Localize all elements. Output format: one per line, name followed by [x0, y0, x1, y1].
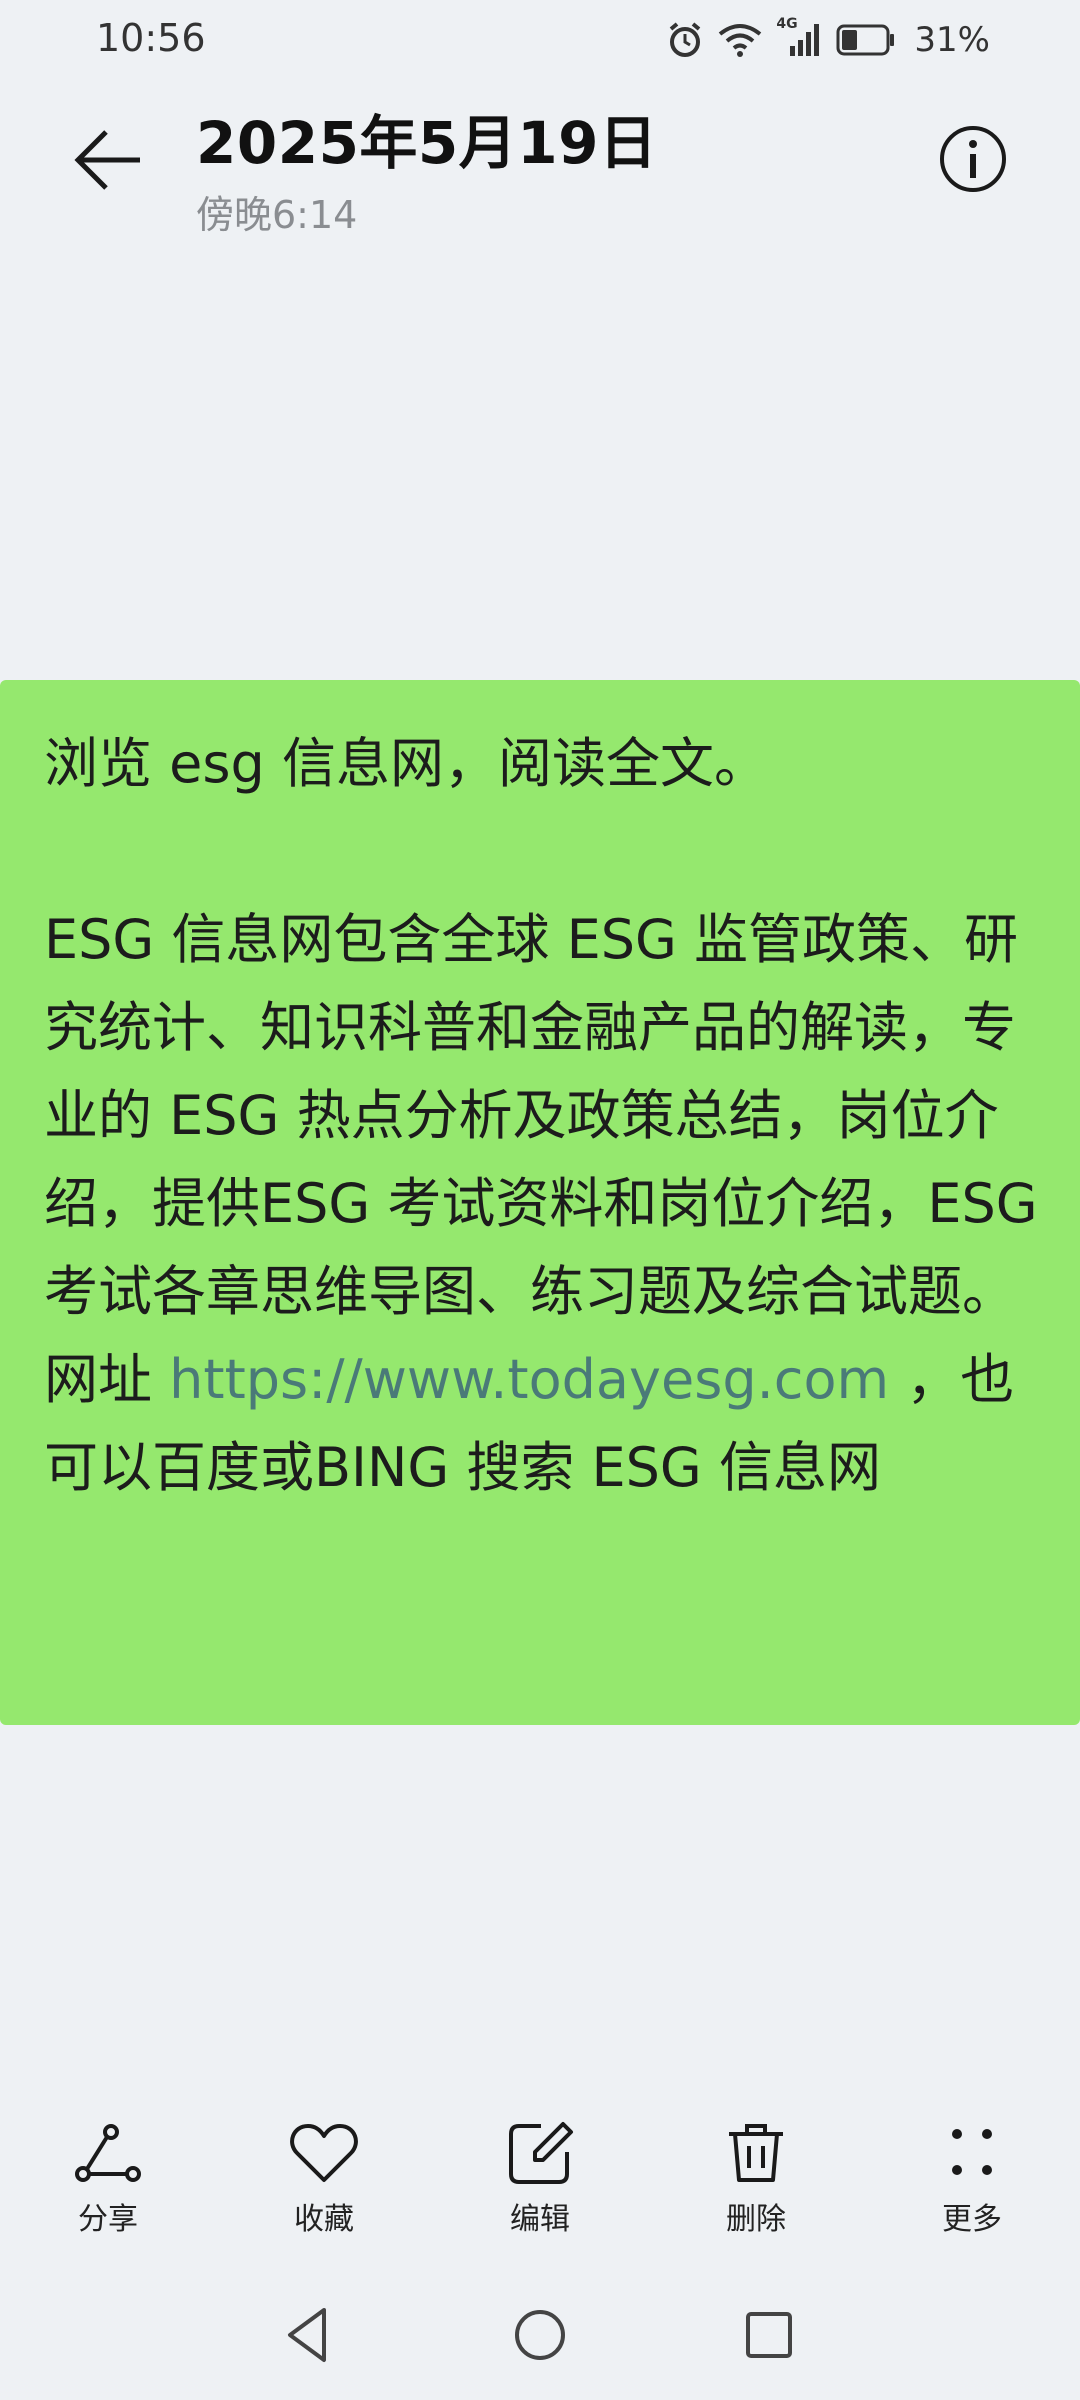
message-bubble[interactable]: 浏览 esg 信息网，阅读全文。 ESG 信息网包含全球 ESG 监管政策、研究…	[0, 680, 1080, 1725]
edit-label: 编辑	[510, 2202, 570, 2237]
battery-icon	[836, 24, 895, 56]
nav-back-button[interactable]	[274, 2300, 344, 2370]
delete-label: 删除	[726, 2202, 786, 2237]
square-recents-icon	[746, 2312, 792, 2358]
arrow-left-icon	[74, 130, 140, 190]
more-label: 更多	[942, 2202, 1002, 2237]
battery-percent: 31%	[914, 20, 990, 60]
message-link[interactable]: https://www.todayesg.com	[169, 1348, 889, 1411]
wifi-icon	[719, 24, 762, 57]
info-icon	[940, 126, 1006, 192]
heart-icon	[290, 2124, 358, 2182]
nav-recents-button[interactable]	[734, 2300, 804, 2370]
edit-icon	[509, 2122, 573, 2184]
header: 2025年5月19日 傍晚6:14	[0, 80, 1080, 237]
edit-button[interactable]: 编辑	[470, 2120, 610, 2238]
page-title: 2025年5月19日	[196, 109, 658, 177]
message-line-1: 浏览 esg 信息网，阅读全文。	[44, 732, 768, 795]
delete-button[interactable]: 删除	[686, 2120, 826, 2238]
more-button[interactable]: 更多	[902, 2120, 1042, 2238]
bottom-toolbar: 分享 收藏 编辑 删除 更多	[0, 2120, 1080, 2260]
system-nav-bar	[0, 2290, 1080, 2380]
alarm-icon	[670, 22, 701, 57]
page-subtitle: 傍晚6:14	[196, 193, 358, 237]
share-button[interactable]: 分享	[38, 2120, 178, 2238]
signal-bars-icon	[790, 24, 820, 56]
more-dots-icon	[952, 2129, 992, 2175]
share-label: 分享	[78, 2202, 138, 2237]
nav-home-button[interactable]	[505, 2300, 575, 2370]
back-button[interactable]	[60, 120, 150, 200]
triangle-back-icon	[288, 2308, 326, 2362]
cellular-signal: 4G	[776, 16, 822, 60]
status-bar: 10:56 4G 31%	[0, 0, 1080, 80]
favorite-label: 收藏	[294, 2202, 354, 2237]
title-block: 2025年5月19日 傍晚6:14	[196, 96, 658, 239]
circle-home-icon	[515, 2310, 565, 2360]
status-time: 10:56	[96, 16, 206, 60]
message-body: ESG 信息网包含全球 ESG 监管政策、研究统计、知识科普和金融产品的解读，专…	[44, 908, 1055, 1411]
info-button[interactable]	[938, 124, 1008, 194]
message-text: 浏览 esg 信息网，阅读全文。 ESG 信息网包含全球 ESG 监管政策、研究…	[44, 720, 1044, 1512]
trash-icon	[729, 2124, 783, 2182]
share-icon	[75, 2124, 141, 2182]
favorite-button[interactable]: 收藏	[254, 2120, 394, 2238]
status-icons: 4G 31%	[666, 16, 990, 62]
